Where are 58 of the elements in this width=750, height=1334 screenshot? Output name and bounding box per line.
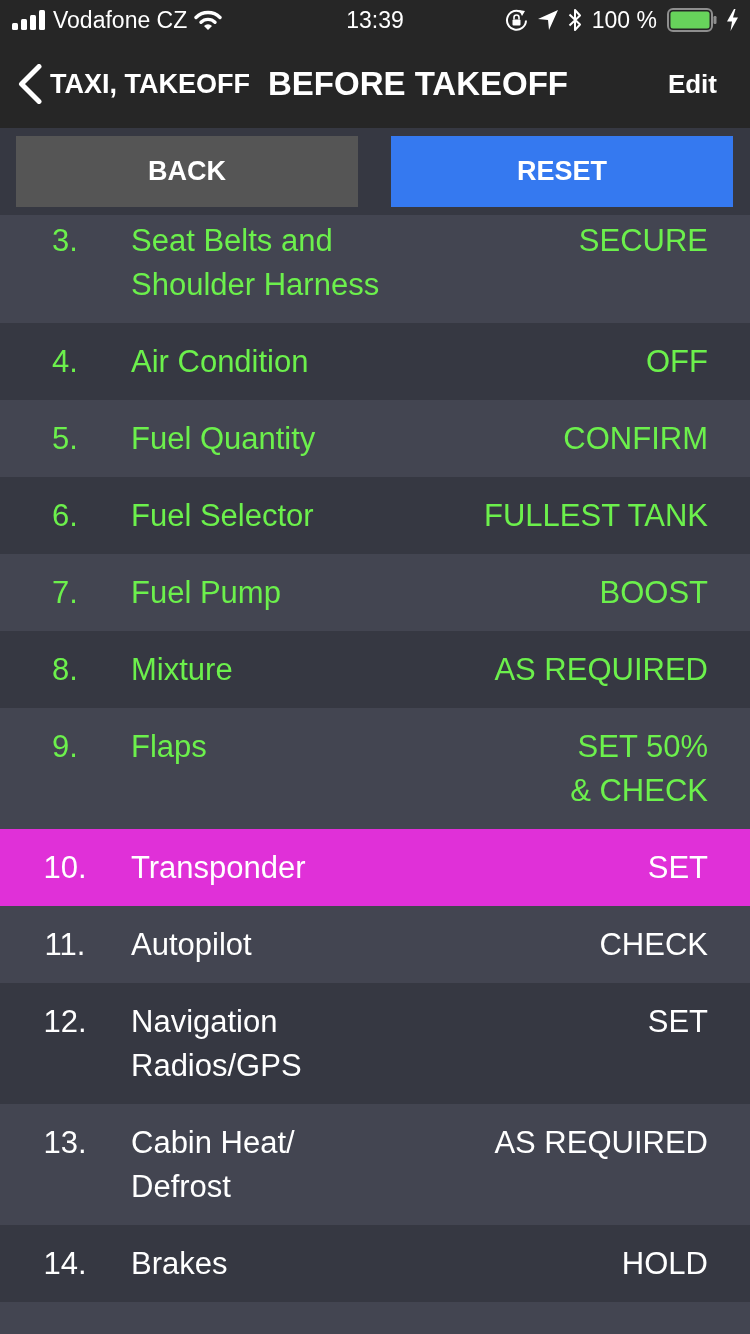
item-value: SET (647, 848, 708, 887)
item-number: 8. (51, 650, 79, 689)
item-number: 5. (51, 419, 79, 458)
location-arrow-icon (537, 10, 558, 30)
bluetooth-icon (567, 8, 582, 32)
item-name: Air Condition (131, 342, 310, 381)
checklist-row[interactable]: 10. Transponder SET (0, 829, 750, 906)
item-value: BOOST (599, 573, 708, 612)
item-name: Flaps (131, 727, 208, 766)
item-number: 11. (43, 925, 87, 964)
checklist-row[interactable]: 12. Navigation Radios/GPS SET (0, 983, 750, 1104)
back-link[interactable]: TAXI, TAKEOFF (18, 64, 250, 104)
item-number: 7. (51, 573, 79, 612)
item-value: SECURE (578, 221, 708, 260)
checklist-row[interactable]: 8. Mixture AS REQUIRED (0, 631, 750, 708)
checklist-row[interactable]: 6. Fuel Selector FULLEST TANK (0, 477, 750, 554)
item-number: 9. (51, 727, 79, 766)
item-number: 10. (42, 848, 88, 887)
carrier-name: Vodafone CZ (53, 7, 188, 33)
item-name: Brakes (131, 1244, 229, 1283)
item-name: Fuel Pump (131, 573, 282, 612)
checklist-row[interactable]: 14. Brakes HOLD (0, 1225, 750, 1302)
charging-bolt-icon (727, 9, 738, 31)
item-number: 14. (42, 1244, 88, 1283)
edit-button[interactable]: Edit (667, 68, 717, 100)
wifi-icon (194, 10, 223, 30)
reset-button[interactable]: RESET (391, 136, 733, 207)
item-value: CONFIRM (563, 419, 708, 458)
item-number: 4. (51, 342, 79, 381)
rotation-lock-icon (504, 8, 528, 32)
signal-icon (12, 10, 46, 30)
item-name: Navigation Radios/GPS (131, 1002, 303, 1085)
battery-percentage: 100 % (591, 7, 657, 33)
item-number: 3. (51, 221, 79, 260)
item-value: HOLD (621, 1244, 708, 1283)
item-name: Fuel Selector (131, 496, 315, 535)
item-value: CHECK (599, 925, 708, 964)
item-name: Fuel Quantity (131, 419, 317, 458)
item-number: 12. (42, 1002, 88, 1041)
item-name: Cabin Heat/ Defrost (131, 1123, 296, 1206)
item-number: 6. (51, 496, 79, 535)
item-value: SET 50% & CHECK (569, 727, 708, 810)
item-value: AS REQUIRED (494, 1123, 708, 1162)
item-number: 13. (42, 1123, 88, 1162)
chevron-left-icon (18, 64, 42, 104)
item-value: FULLEST TANK (484, 496, 708, 535)
back-button[interactable]: BACK (16, 136, 358, 207)
checklist-row[interactable]: 4. Air Condition OFF (0, 323, 750, 400)
item-value: OFF (646, 342, 708, 381)
item-name: Seat Belts and Shoulder Harness (131, 221, 381, 304)
item-value: AS REQUIRED (494, 650, 708, 689)
status-time: 13:39 (346, 7, 404, 33)
battery-icon (667, 8, 717, 32)
screen-title: BEFORE TAKEOFF (268, 65, 569, 103)
item-name: Autopilot (131, 925, 253, 964)
item-value: SET (647, 1002, 708, 1041)
item-name: Transponder (131, 848, 307, 887)
item-name: Mixture (131, 650, 234, 689)
